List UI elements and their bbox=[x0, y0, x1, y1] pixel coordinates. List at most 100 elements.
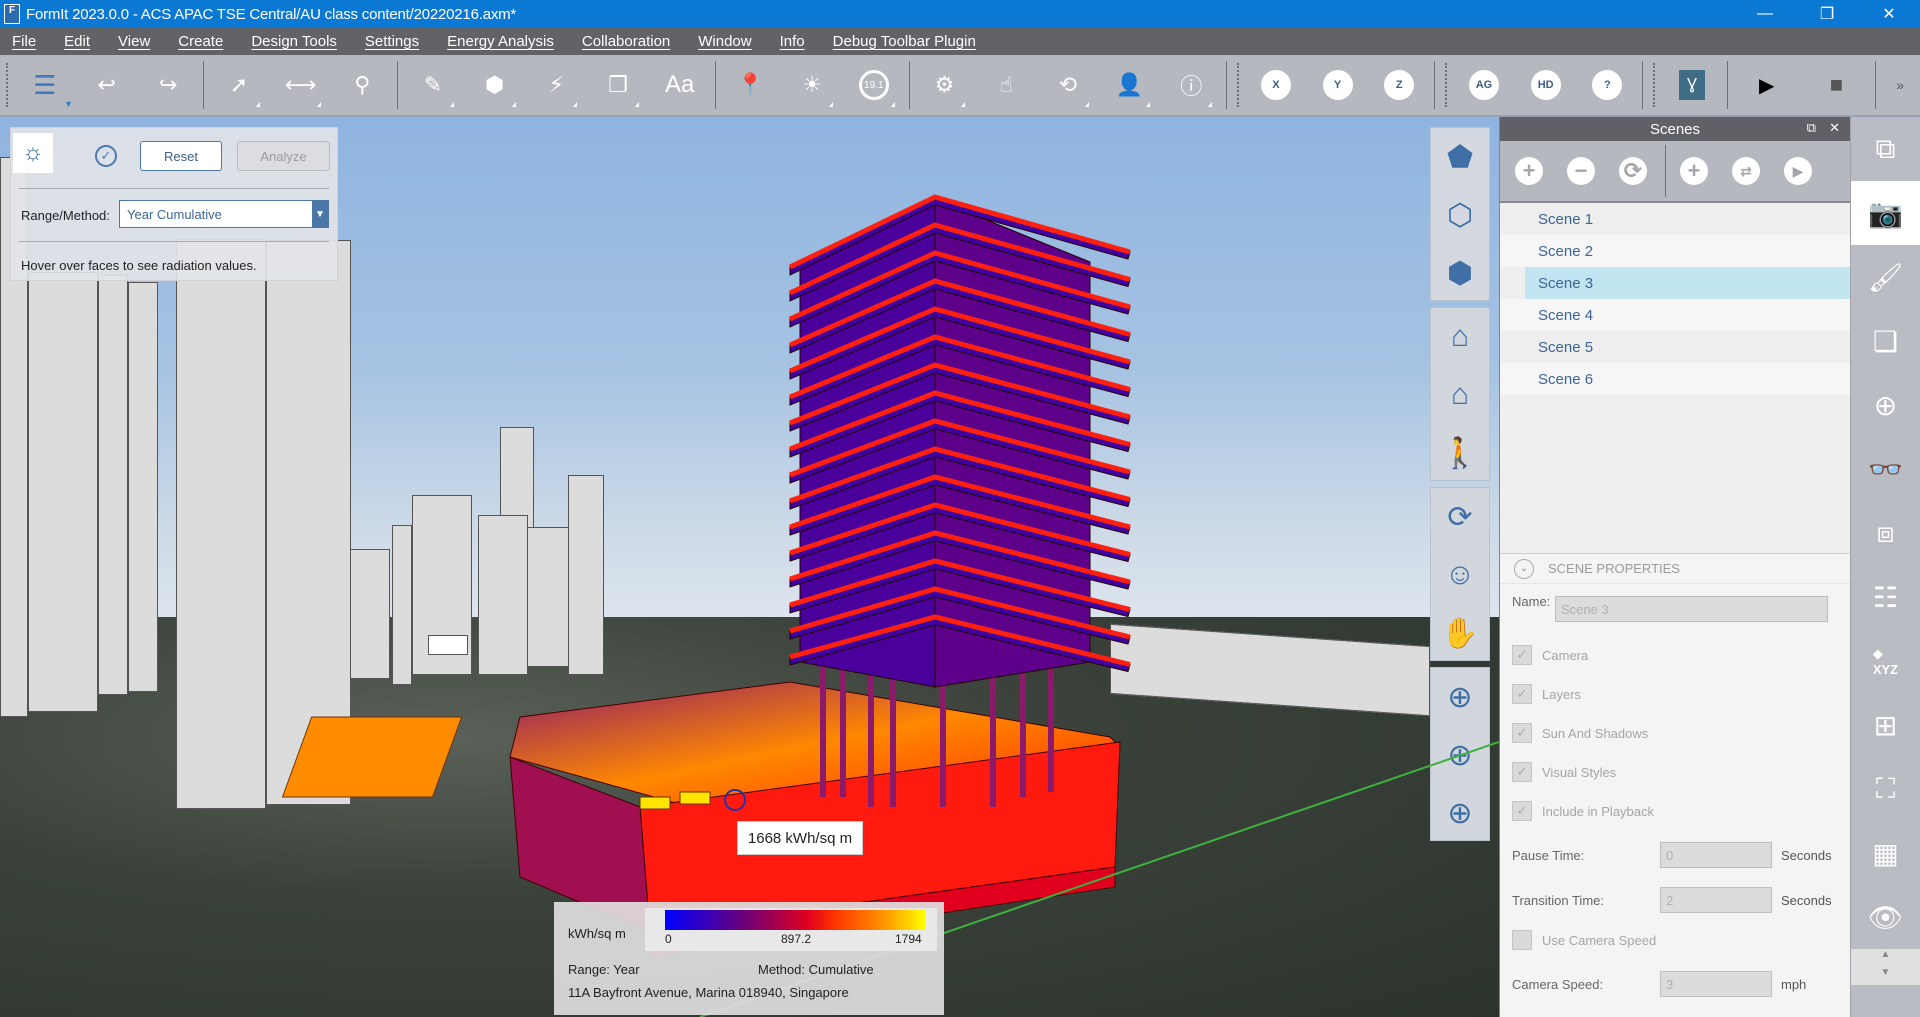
hd-button[interactable]: HD bbox=[1515, 57, 1577, 113]
reset-button[interactable]: Reset bbox=[140, 141, 222, 171]
look-around-button[interactable]: ☺ bbox=[1431, 546, 1489, 604]
add-scene-button[interactable]: + bbox=[1515, 157, 1543, 185]
tab-properties[interactable]: ⧉ bbox=[1851, 117, 1920, 181]
include-playback-checkbox[interactable]: ✓ bbox=[1512, 801, 1532, 821]
menu-create[interactable]: Create bbox=[178, 33, 223, 50]
location-button[interactable]: 📍 bbox=[720, 57, 782, 113]
undock-button[interactable]: ⧉ bbox=[1807, 120, 1816, 136]
3d-viewport[interactable]: ☼ ✓ Reset Analyze Range/Method: Year Cum… bbox=[0, 117, 1499, 1017]
menu-window[interactable]: Window bbox=[698, 33, 751, 50]
update-scene-button[interactable]: ⟳ bbox=[1619, 157, 1647, 185]
layers-menu-button[interactable]: ☰ ▼ bbox=[14, 57, 76, 113]
isometric-view-button[interactable]: ⬢ bbox=[1431, 244, 1489, 302]
sun-button[interactable]: ☀ bbox=[781, 57, 843, 113]
add-animation-button[interactable]: + bbox=[1680, 157, 1708, 185]
undo-button[interactable]: ↩ bbox=[76, 57, 138, 113]
minimize-button[interactable]: — bbox=[1734, 0, 1796, 28]
toolbar-grip[interactable] bbox=[6, 63, 8, 107]
stop-button[interactable]: ■ bbox=[1802, 57, 1872, 113]
scene-properties-header[interactable]: ⌄ SCENE PROPERTIES bbox=[1500, 554, 1851, 584]
home-view-button[interactable]: ⌂ bbox=[1431, 308, 1489, 366]
analyze-button[interactable]: Analyze bbox=[237, 141, 330, 171]
play-button[interactable]: ▶ bbox=[1732, 57, 1802, 113]
pause-time-field[interactable]: 0 bbox=[1660, 842, 1772, 868]
tab-texture[interactable]: ▦ bbox=[1851, 821, 1920, 885]
scroll-down-button[interactable]: ▼ bbox=[1851, 967, 1920, 985]
tab-workplane[interactable]: ⊞ bbox=[1851, 693, 1920, 757]
group-button[interactable]: ❒ bbox=[587, 57, 649, 113]
tab-fullscreen[interactable]: ⛶ bbox=[1851, 757, 1920, 821]
use-camera-speed-checkbox[interactable] bbox=[1512, 930, 1532, 950]
menu-design-tools[interactable]: Design Tools bbox=[251, 33, 337, 50]
camera-transition-button[interactable]: ⇄ bbox=[1732, 157, 1760, 185]
scroll-up-button[interactable]: ▲ bbox=[1851, 949, 1920, 967]
settings-button[interactable]: ⚙ bbox=[914, 57, 976, 113]
axis-z-button[interactable]: Z bbox=[1368, 57, 1430, 113]
scene-list-item[interactable]: Scene 4 bbox=[1500, 299, 1850, 331]
info-button[interactable]: ⓘ bbox=[1160, 57, 1222, 113]
menu-settings[interactable]: Settings bbox=[365, 33, 419, 50]
plugin-button[interactable]: Ɣ bbox=[1661, 57, 1723, 113]
tab-visibility[interactable]: 👁 bbox=[1851, 885, 1920, 949]
add-solid-button[interactable]: ⬢ bbox=[464, 57, 526, 113]
sun-shadows-checkbox[interactable]: ✓ bbox=[1512, 723, 1532, 743]
sketch-button[interactable]: ✎ bbox=[402, 57, 464, 113]
range-method-select[interactable]: Year Cumulative ▼ bbox=[119, 200, 329, 228]
measure-button[interactable]: ⟷ bbox=[270, 57, 332, 113]
walkthrough-button[interactable]: 🚶 bbox=[1431, 424, 1489, 482]
menu-collaboration[interactable]: Collaboration bbox=[582, 33, 670, 50]
dynamo-button[interactable]: ⚡ bbox=[526, 57, 588, 113]
visual-styles-checkbox[interactable]: ✓ bbox=[1512, 762, 1532, 782]
play-scenes-button[interactable]: ▶ bbox=[1784, 157, 1812, 185]
scene-name-field[interactable]: Scene 3 bbox=[1555, 596, 1828, 622]
axis-y-button[interactable]: Y bbox=[1307, 57, 1369, 113]
menu-energy-analysis[interactable]: Energy Analysis bbox=[447, 33, 554, 50]
account-button[interactable]: 👤 bbox=[1099, 57, 1161, 113]
tab-materials[interactable]: 🖌 bbox=[1851, 245, 1920, 309]
close-button[interactable]: ✕ bbox=[1858, 0, 1920, 28]
touch-button[interactable]: ☝ bbox=[975, 57, 1037, 113]
zoom-button[interactable]: ⊕ bbox=[1431, 668, 1489, 726]
version-button[interactable]: 19.1 bbox=[843, 57, 905, 113]
zoom-window-button[interactable]: ⊕ bbox=[1431, 726, 1489, 784]
fit-view-button[interactable]: ⌂ bbox=[1431, 366, 1489, 424]
share-button[interactable]: ⟲ bbox=[1037, 57, 1099, 113]
scene-list-item[interactable]: Scene 1 bbox=[1500, 203, 1850, 235]
tab-xyz[interactable]: ◆ XYZ bbox=[1851, 629, 1920, 693]
confirm-button[interactable]: ✓ bbox=[95, 145, 117, 167]
scene-list-item[interactable]: Scene 5 bbox=[1500, 331, 1850, 363]
ag-button[interactable]: AG bbox=[1453, 57, 1515, 113]
transition-time-field[interactable]: 2 bbox=[1660, 887, 1772, 913]
select-button[interactable]: ➚ bbox=[208, 57, 270, 113]
restore-button[interactable]: ❐ bbox=[1796, 0, 1858, 28]
toolbar-overflow-button[interactable]: » bbox=[1880, 57, 1920, 113]
tab-scenes[interactable]: 📷 bbox=[1851, 181, 1920, 245]
layers-checkbox[interactable]: ✓ bbox=[1512, 684, 1532, 704]
zoom-selected-button[interactable]: ⊕ bbox=[1431, 784, 1489, 842]
pin-tool-button[interactable]: ⚲ bbox=[331, 57, 393, 113]
tab-settings[interactable]: ☷ bbox=[1851, 565, 1920, 629]
remove-scene-button[interactable]: − bbox=[1567, 157, 1595, 185]
orthographic-view-button[interactable]: ⬡ bbox=[1431, 186, 1489, 244]
pan-button[interactable]: ✋ bbox=[1431, 604, 1489, 662]
perspective-view-button[interactable]: ⬟ bbox=[1431, 128, 1489, 186]
sun-settings-button[interactable]: ☼ bbox=[13, 133, 53, 173]
panel-close-button[interactable]: ✕ bbox=[1829, 120, 1840, 136]
axis-x-button[interactable]: X bbox=[1245, 57, 1307, 113]
menu-file[interactable]: File bbox=[12, 33, 36, 50]
redo-button[interactable]: ↪ bbox=[137, 57, 199, 113]
camera-speed-field[interactable]: 3 bbox=[1660, 971, 1772, 997]
menu-edit[interactable]: Edit bbox=[64, 33, 90, 50]
tab-groups[interactable]: ⧈ bbox=[1851, 501, 1920, 565]
help-button[interactable]: ? bbox=[1577, 57, 1639, 113]
orbit-button[interactable]: ⟳ bbox=[1431, 488, 1489, 546]
scene-list-item[interactable]: Scene 2 bbox=[1500, 235, 1850, 267]
text-button[interactable]: Aa bbox=[649, 57, 711, 113]
menu-debug-toolbar-plugin[interactable]: Debug Toolbar Plugin bbox=[833, 33, 976, 50]
camera-checkbox[interactable]: ✓ bbox=[1512, 645, 1532, 665]
scene-list-item[interactable]: Scene 3 bbox=[1525, 267, 1850, 299]
tab-layers[interactable]: ❏ bbox=[1851, 309, 1920, 373]
menu-info[interactable]: Info bbox=[780, 33, 805, 50]
menu-view[interactable]: View bbox=[118, 33, 150, 50]
scene-list-item[interactable]: Scene 6 bbox=[1500, 363, 1850, 395]
